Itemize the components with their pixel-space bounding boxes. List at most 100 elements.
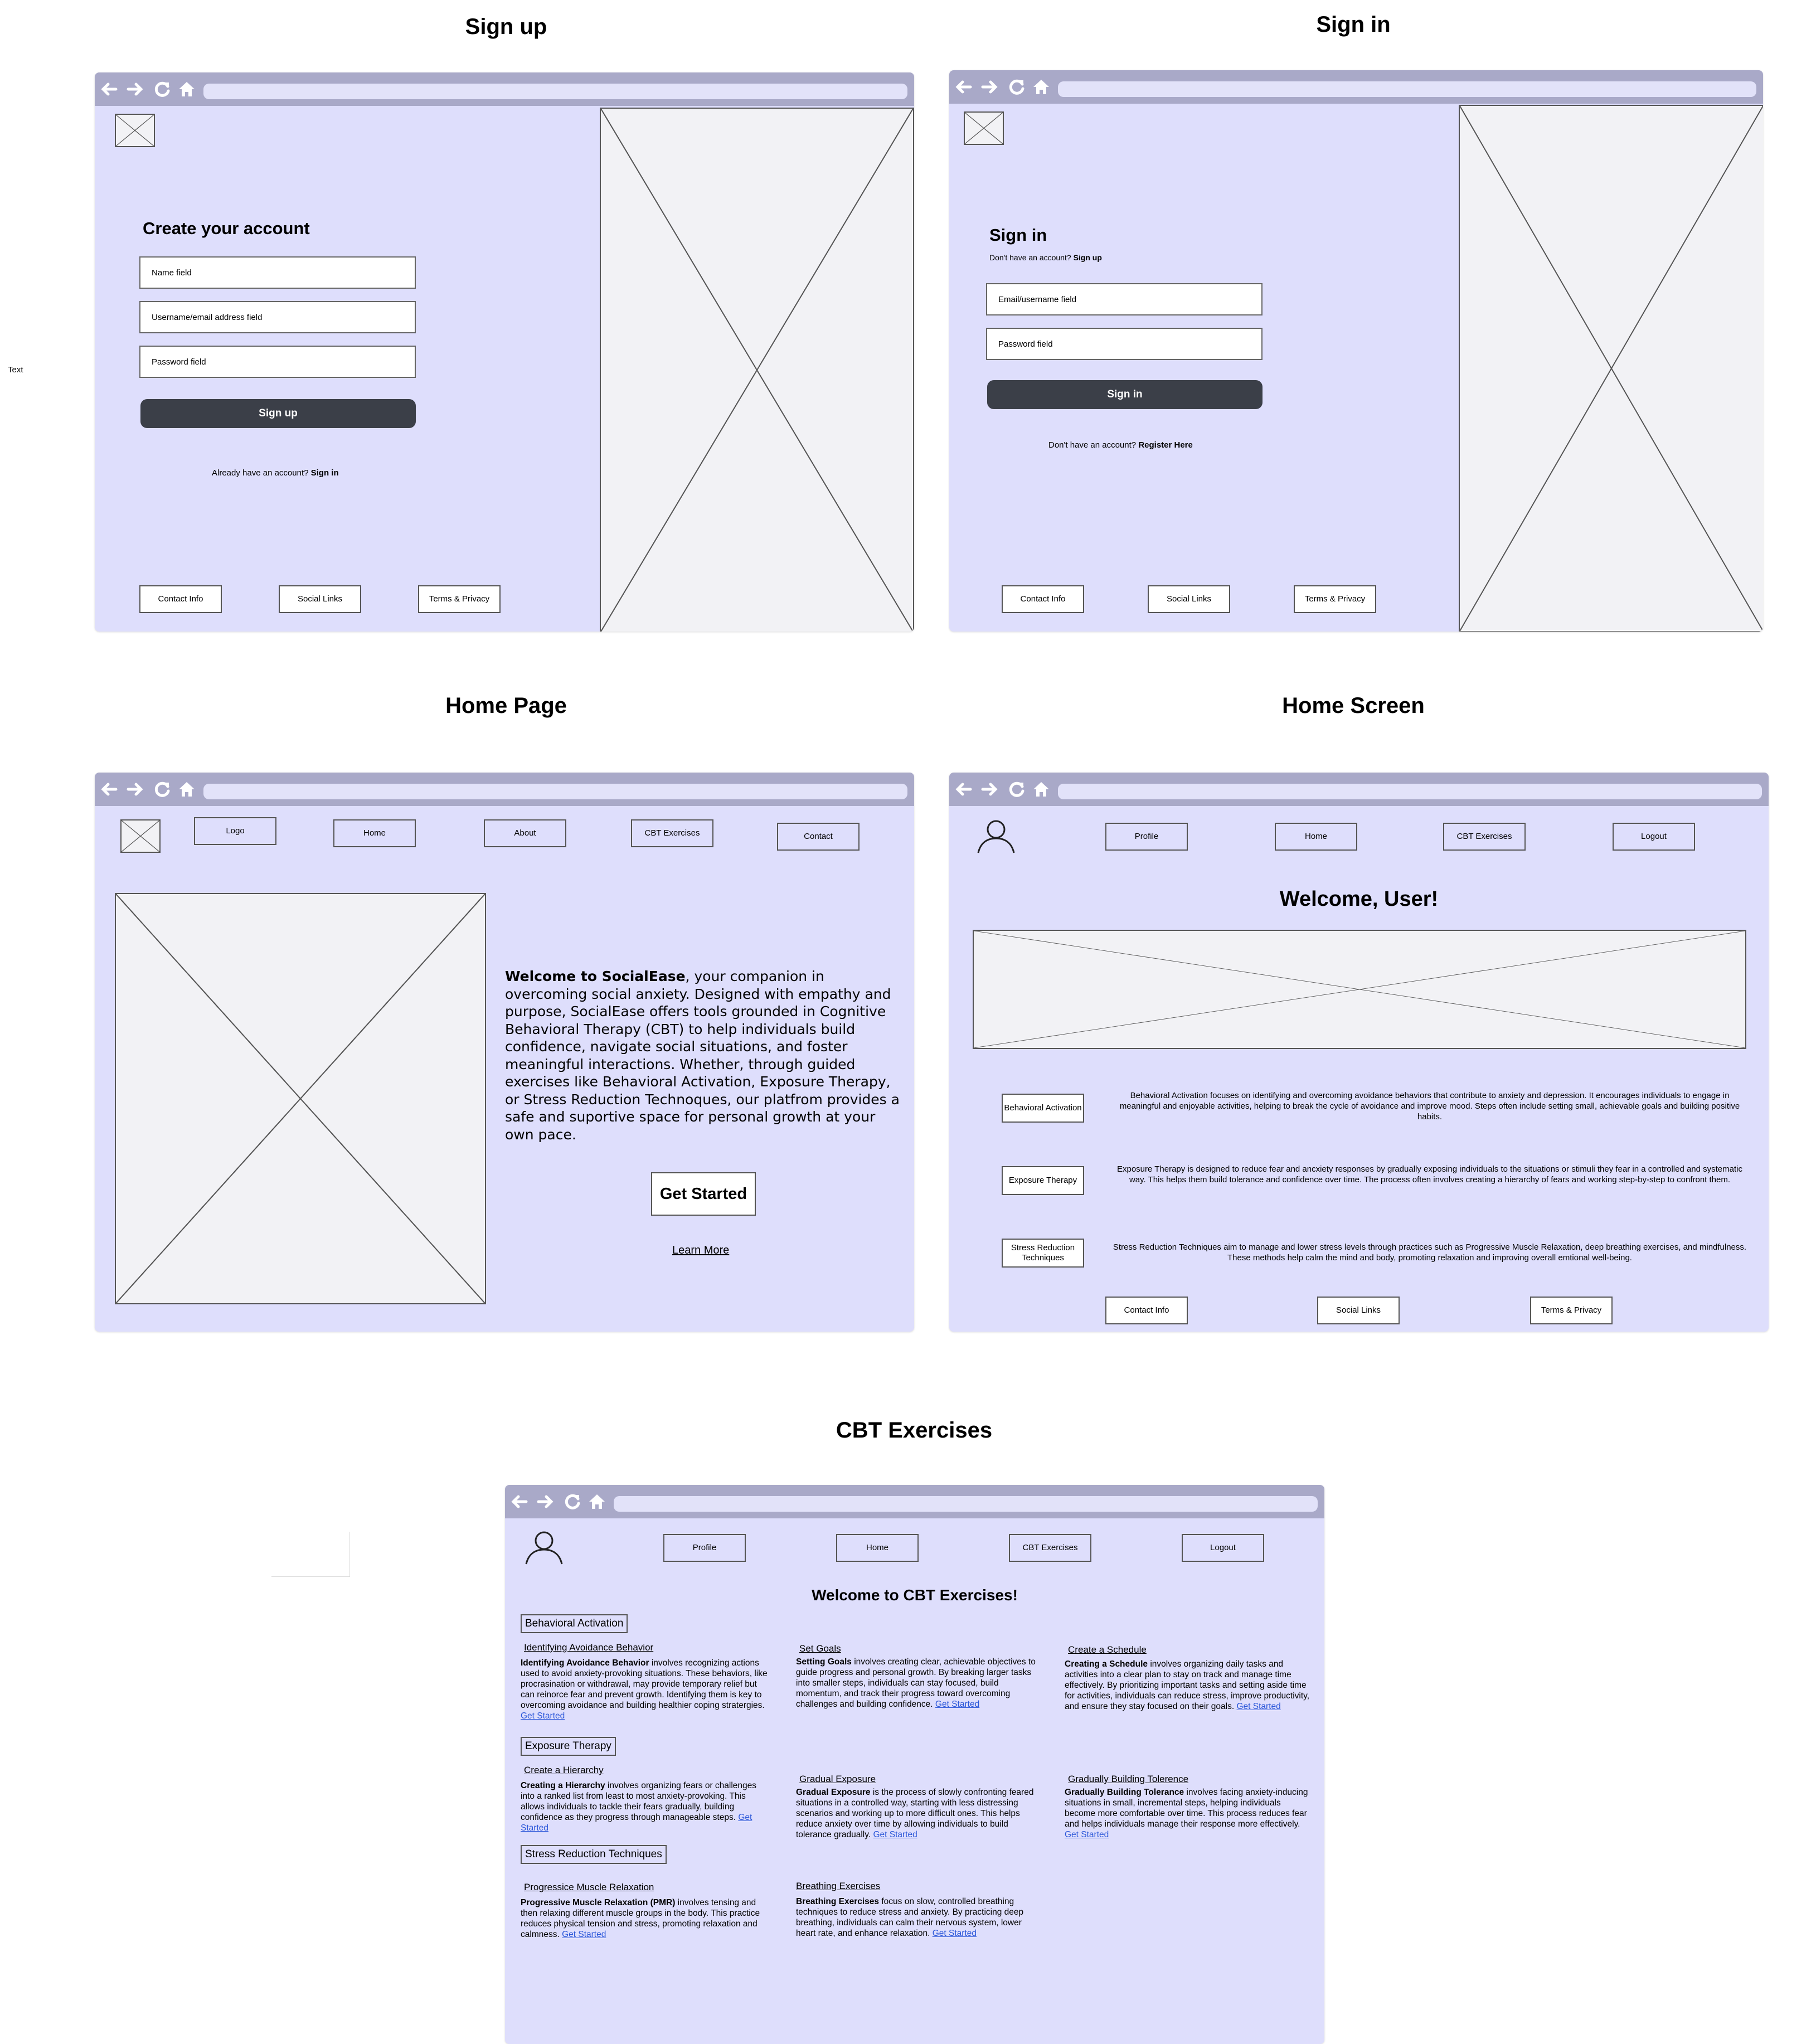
forward-arrow-icon[interactable]: [126, 780, 145, 799]
forward-arrow-icon[interactable]: [980, 77, 999, 96]
reload-icon[interactable]: [1007, 780, 1026, 799]
exposure-therapy-description: Exposure Therapy is designed to reduce f…: [1116, 1164, 1742, 1185]
exercise-bold: Breathing Exercises: [796, 1897, 880, 1906]
footer-social-links[interactable]: Social Links: [1148, 585, 1230, 613]
sign-up-button[interactable]: Sign up: [140, 399, 416, 428]
get-started-link[interactable]: Get Started: [935, 1700, 979, 1709]
user-avatar-icon[interactable]: [524, 1530, 564, 1565]
forward-arrow-icon[interactable]: [126, 80, 145, 99]
exercise-title[interactable]: Progressice Muscle Relaxation: [524, 1882, 654, 1893]
stress-reduction-button[interactable]: Stress Reduction Techniques: [1002, 1239, 1084, 1268]
url-bar[interactable]: [1058, 81, 1756, 97]
nav-profile[interactable]: Profile: [1105, 823, 1188, 851]
get-started-link[interactable]: Get Started: [933, 1929, 977, 1938]
name-field[interactable]: Name field: [139, 256, 416, 289]
register-text: Don't have an account? Register Here: [1048, 440, 1193, 450]
password-field[interactable]: Password field: [139, 346, 416, 378]
stray-shape: [271, 1532, 350, 1577]
nav-logo[interactable]: Logo: [194, 817, 276, 845]
forward-arrow-icon[interactable]: [980, 780, 999, 799]
stress-reduction-description: Stress Reduction Techniques aim to manag…: [1113, 1242, 1747, 1263]
no-account-text: Don't have an account? Sign up: [989, 253, 1102, 262]
user-avatar-icon[interactable]: [976, 818, 1016, 854]
forward-arrow-icon[interactable]: [536, 1492, 555, 1511]
url-bar[interactable]: [1058, 784, 1762, 799]
footer-contact-info[interactable]: Contact Info: [139, 585, 222, 613]
footer-contact-info[interactable]: Contact Info: [1002, 585, 1084, 613]
signup-browser: Create your account Name field Username/…: [95, 72, 914, 632]
signin-browser: Sign in Don't have an account? Sign up E…: [949, 70, 1763, 632]
reload-icon[interactable]: [1007, 77, 1026, 96]
homepage-title: Home Page: [445, 693, 567, 718]
nav-profile[interactable]: Profile: [663, 1534, 746, 1562]
get-started-button[interactable]: Get Started: [651, 1172, 756, 1216]
signup-title: Sign up: [465, 14, 547, 39]
home-icon[interactable]: [177, 80, 196, 99]
behavioral-activation-button[interactable]: Behavioral Activation: [1002, 1094, 1084, 1123]
home-icon[interactable]: [1032, 77, 1051, 96]
nav-about[interactable]: About: [484, 819, 566, 847]
exercise-title[interactable]: Breathing Exercises: [796, 1881, 880, 1892]
email-username-field[interactable]: Email/username field: [986, 283, 1263, 315]
sign-up-link[interactable]: Sign up: [1074, 253, 1102, 262]
url-bar[interactable]: [203, 784, 907, 799]
nav-home[interactable]: Home: [836, 1534, 919, 1562]
home-icon[interactable]: [587, 1492, 606, 1511]
browser-toolbar: [505, 1485, 1324, 1518]
exercise-title[interactable]: Gradually Building Tolerence: [1068, 1774, 1188, 1785]
username-email-field[interactable]: Username/email address field: [139, 301, 416, 333]
home-icon[interactable]: [1032, 780, 1051, 799]
get-started-link[interactable]: Get Started: [1065, 1830, 1109, 1839]
learn-more-link[interactable]: Learn More: [672, 1244, 729, 1257]
already-account-prefix: Already have an account?: [212, 468, 311, 478]
exercise-description: Creating a Schedule involves organizing …: [1065, 1659, 1312, 1712]
back-arrow-icon[interactable]: [99, 780, 118, 799]
welcome-user-heading: Welcome, User!: [1279, 887, 1439, 911]
register-here-link[interactable]: Register Here: [1138, 440, 1193, 450]
reload-icon[interactable]: [563, 1492, 582, 1511]
back-arrow-icon[interactable]: [954, 780, 973, 799]
footer-terms-privacy[interactable]: Terms & Privacy: [418, 585, 501, 613]
exercise-bold: Creating a Hierarchy: [521, 1781, 605, 1790]
exercise-title[interactable]: Create a Schedule: [1068, 1644, 1147, 1655]
sign-in-link[interactable]: Sign in: [311, 468, 339, 478]
footer-terms-privacy[interactable]: Terms & Privacy: [1530, 1297, 1613, 1324]
exercise-bold: Gradually Building Tolerance: [1065, 1788, 1184, 1797]
nav-cbt-exercises[interactable]: CBT Exercises: [1443, 823, 1526, 851]
exercise-title[interactable]: Gradual Exposure: [799, 1774, 876, 1785]
reload-icon[interactable]: [153, 80, 172, 99]
nav-cbt-exercises[interactable]: CBT Exercises: [631, 819, 713, 847]
get-started-link[interactable]: Get Started: [521, 1711, 565, 1721]
reload-icon[interactable]: [153, 780, 172, 799]
hero-placeholder-image: [115, 893, 486, 1304]
back-arrow-icon[interactable]: [954, 77, 973, 96]
get-started-link[interactable]: Get Started: [562, 1930, 606, 1939]
nav-cbt-exercises[interactable]: CBT Exercises: [1009, 1534, 1091, 1562]
nav-home[interactable]: Home: [1275, 823, 1357, 851]
exercise-title[interactable]: Identifying Avoidance Behavior: [524, 1642, 653, 1653]
home-icon[interactable]: [177, 780, 196, 799]
sign-in-button[interactable]: Sign in: [987, 380, 1263, 409]
footer-terms-privacy[interactable]: Terms & Privacy: [1294, 585, 1376, 613]
get-started-link[interactable]: Get Started: [873, 1830, 917, 1839]
url-bar[interactable]: [614, 1496, 1318, 1512]
back-arrow-icon[interactable]: [509, 1492, 528, 1511]
nav-logout[interactable]: Logout: [1613, 823, 1695, 851]
welcome-paragraph: Welcome to SocialEase, your companion in…: [505, 968, 901, 1143]
exposure-therapy-button[interactable]: Exposure Therapy: [1002, 1166, 1084, 1195]
nav-logout[interactable]: Logout: [1182, 1534, 1264, 1562]
footer-social-links[interactable]: Social Links: [279, 585, 361, 613]
nav-home[interactable]: Home: [333, 819, 416, 847]
browser-toolbar: [949, 773, 1769, 806]
banner-placeholder-image: [973, 930, 1746, 1049]
get-started-link[interactable]: Get Started: [1236, 1702, 1280, 1711]
nav-contact[interactable]: Contact: [777, 823, 860, 851]
register-prefix: Don't have an account?: [1048, 440, 1139, 450]
exercise-title[interactable]: Create a Hierarchy: [524, 1765, 604, 1776]
footer-social-links[interactable]: Social Links: [1317, 1297, 1400, 1324]
password-field[interactable]: Password field: [986, 328, 1263, 360]
exercise-title[interactable]: Set Goals: [799, 1643, 841, 1654]
back-arrow-icon[interactable]: [99, 80, 118, 99]
footer-contact-info[interactable]: Contact Info: [1105, 1297, 1188, 1324]
url-bar[interactable]: [203, 84, 907, 99]
